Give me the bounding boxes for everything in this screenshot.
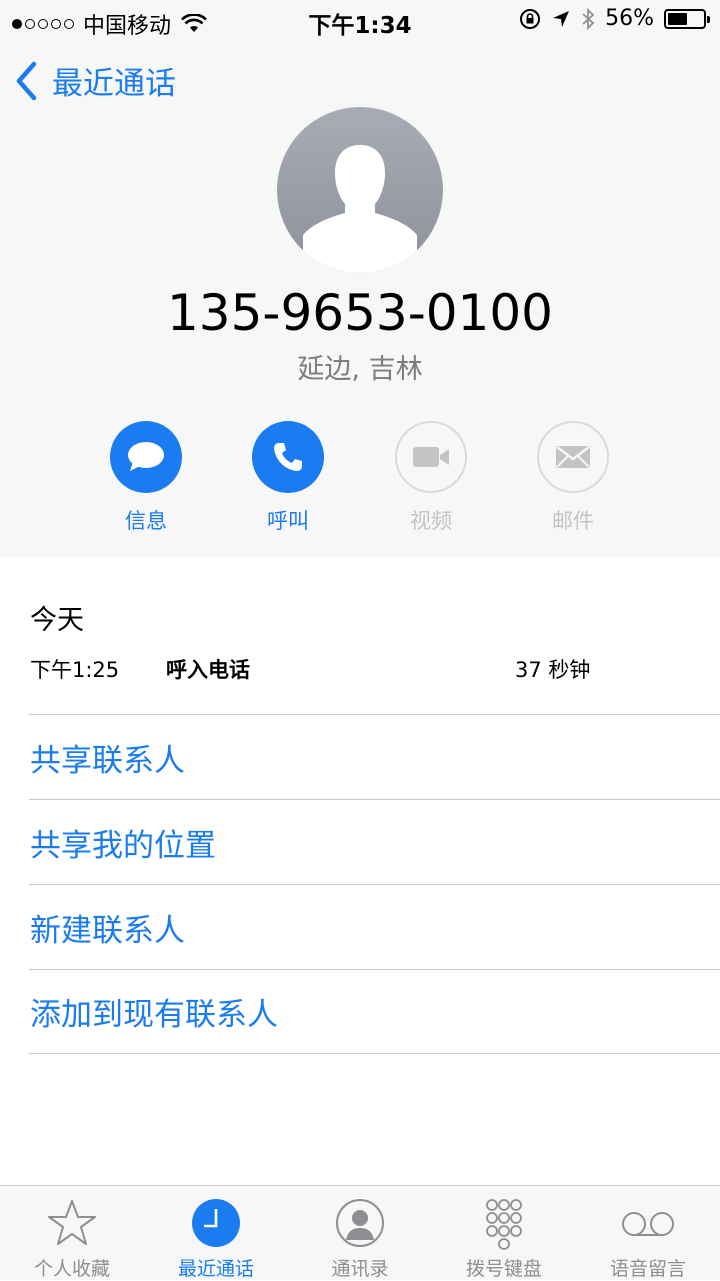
- tab-contacts-label: 通讯录: [331, 1258, 389, 1280]
- tab-voicemail-label: 语音留言: [609, 1258, 686, 1280]
- battery-percent: 56%: [605, 6, 654, 31]
- contacts-icon: [336, 1199, 384, 1247]
- share-location-row[interactable]: 共享我的位置: [29, 799, 720, 884]
- tab-keypad-label: 拨号键盘: [465, 1258, 542, 1280]
- orientation-lock-icon: [520, 8, 541, 29]
- keypad-icon: [486, 1199, 522, 1250]
- mail-action-label: 邮件: [552, 509, 594, 533]
- tab-bar: 个人收藏 最近通话 通讯录 拨号键盘 语音留言: [0, 1185, 720, 1280]
- mail-action-circle: [537, 421, 609, 493]
- video-action-label: 视频: [410, 509, 452, 533]
- message-action-circle[interactable]: [110, 421, 182, 493]
- status-bar: 中国移动 下午1:34 56%: [0, 0, 720, 40]
- bluetooth-icon: [582, 7, 595, 30]
- tab-keypad[interactable]: 拨号键盘: [432, 1186, 576, 1280]
- call-action[interactable]: 呼叫: [228, 421, 348, 535]
- battery-icon: [664, 8, 710, 29]
- call-action-circle[interactable]: [252, 421, 324, 493]
- mail-icon: [556, 446, 590, 468]
- contact-number: 135-9653-0100: [166, 284, 553, 342]
- tab-recents-label: 最近通话: [177, 1258, 254, 1280]
- video-action-circle: [395, 421, 467, 493]
- tab-contacts[interactable]: 通讯录: [288, 1186, 432, 1280]
- tab-favorites[interactable]: 个人收藏: [0, 1186, 144, 1280]
- star-icon: [48, 1200, 96, 1245]
- share-contact-row[interactable]: 共享联系人: [29, 714, 720, 799]
- back-button[interactable]: 最近通话: [14, 58, 176, 103]
- tab-recents[interactable]: 最近通话: [144, 1186, 288, 1280]
- add-to-existing-contact-row[interactable]: 添加到现有联系人: [29, 969, 720, 1054]
- message-icon: [128, 442, 164, 471]
- video-icon: [413, 447, 449, 467]
- call-duration: 37 秒钟: [515, 658, 591, 682]
- voicemail-icon: [622, 1212, 674, 1236]
- options-list: 共享联系人 共享我的位置 新建联系人 添加到现有联系人: [0, 714, 720, 1054]
- contact-location: 延边, 吉林: [297, 354, 423, 385]
- mail-action: 邮件: [513, 421, 633, 535]
- battery-fill: [668, 12, 687, 25]
- clock-icon: [192, 1199, 240, 1247]
- phone-icon: [274, 443, 302, 471]
- tab-favorites-label: 个人收藏: [33, 1258, 110, 1280]
- person-silhouette-icon: [303, 145, 417, 273]
- new-contact-row[interactable]: 新建联系人: [29, 884, 720, 969]
- history-day: 今天: [30, 605, 84, 636]
- call-time: 下午1:25: [30, 658, 120, 682]
- video-action: 视频: [371, 421, 491, 535]
- location-arrow-icon: [553, 10, 570, 27]
- call-type: 呼入电话: [166, 658, 250, 682]
- chevron-left-icon: [16, 61, 37, 100]
- tab-voicemail[interactable]: 语音留言: [576, 1186, 720, 1280]
- status-right: 56%: [519, 6, 710, 31]
- contact-avatar: [277, 107, 443, 273]
- message-action-label: 信息: [125, 509, 167, 533]
- call-action-label: 呼叫: [267, 509, 309, 533]
- message-action[interactable]: 信息: [86, 421, 206, 535]
- back-label: 最近通话: [52, 66, 176, 102]
